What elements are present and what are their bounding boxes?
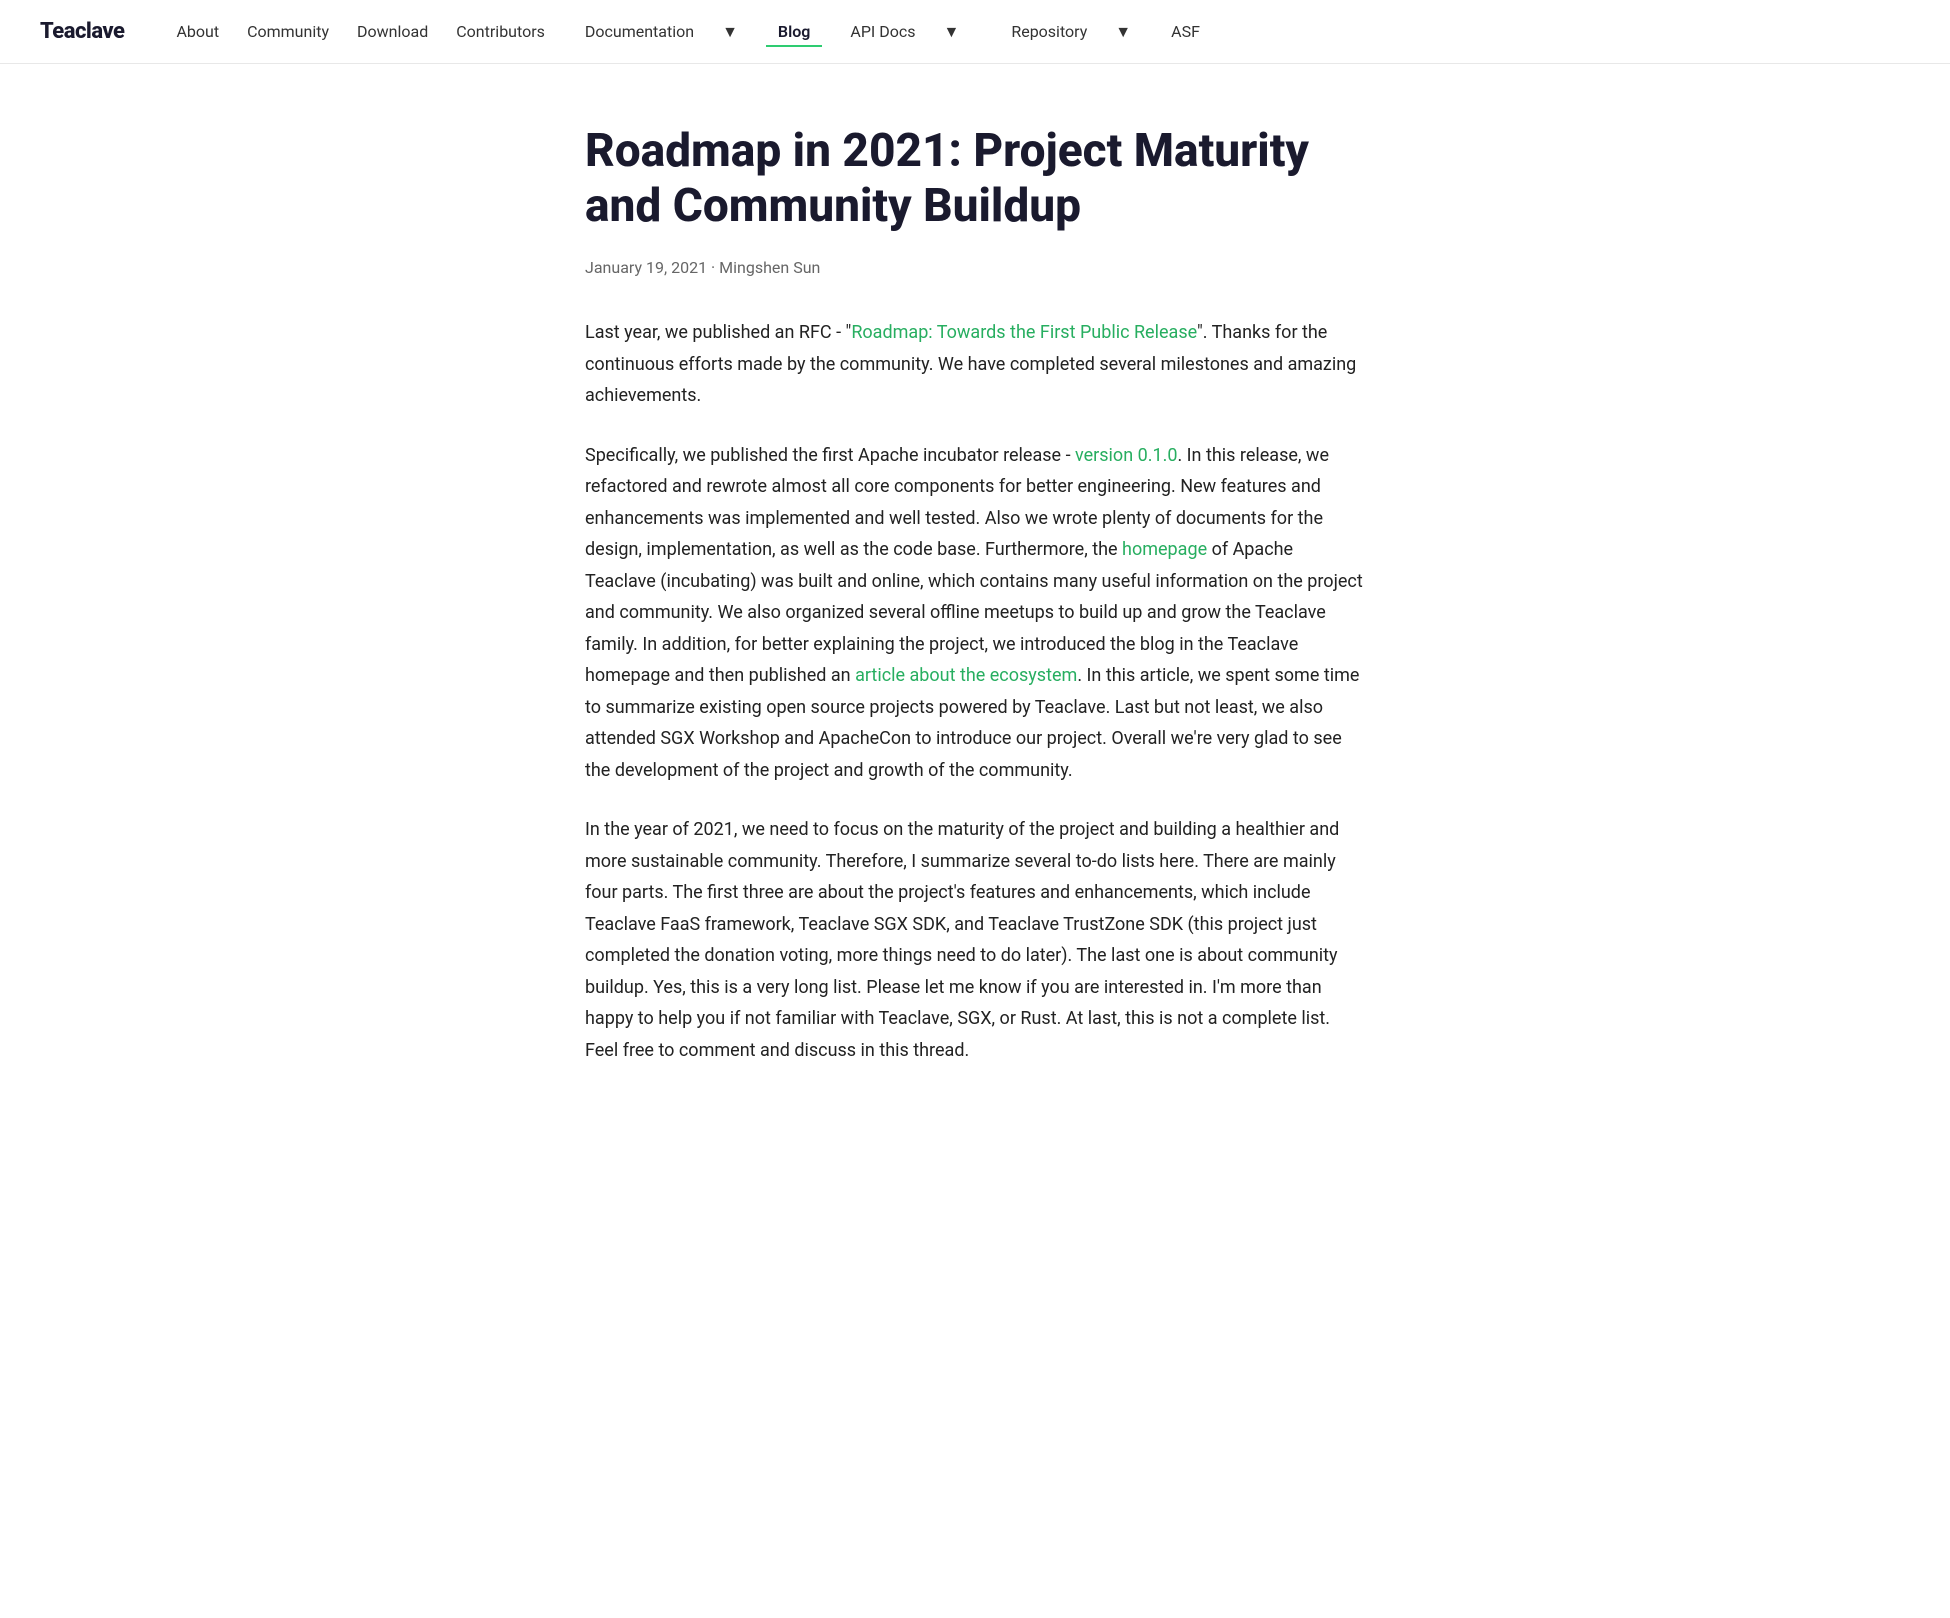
paragraph-2: Specifically, we published the first Apa…: [585, 440, 1365, 787]
p2-link-article[interactable]: article about the ecosystem: [855, 665, 1077, 686]
dropdown-arrow-repository: ▼: [1103, 16, 1143, 48]
nav-item-documentation[interactable]: Documentation ▼: [561, 10, 762, 54]
brand-logo[interactable]: Teaclave: [40, 19, 124, 44]
nav-link-community[interactable]: Community: [235, 16, 341, 47]
dropdown-arrow-api-docs: ▼: [932, 16, 972, 48]
p1-text-before: Last year, we published an RFC - ": [585, 322, 851, 343]
nav-item-repository[interactable]: Repository ▼: [987, 10, 1155, 54]
nav-item-contributors[interactable]: Contributors: [444, 16, 557, 47]
p2-link-homepage[interactable]: homepage: [1122, 539, 1207, 560]
nav-item-community[interactable]: Community: [235, 16, 341, 47]
post-title: Roadmap in 2021: Project Maturity and Co…: [585, 124, 1365, 234]
nav-item-blog[interactable]: Blog: [766, 16, 822, 47]
nav-link-asf[interactable]: ASF: [1159, 16, 1212, 47]
nav-link-about[interactable]: About: [164, 16, 231, 47]
nav-link-api-docs[interactable]: API Docs ▼: [826, 10, 983, 54]
dropdown-arrow-documentation: ▼: [710, 16, 750, 48]
nav-item-asf[interactable]: ASF: [1159, 16, 1212, 47]
nav-link-contributors[interactable]: Contributors: [444, 16, 557, 47]
nav-menu: About Community Download Contributors Do…: [164, 10, 1211, 54]
p2-link-version[interactable]: version 0.1.0: [1075, 445, 1177, 466]
nav-link-documentation[interactable]: Documentation ▼: [561, 10, 762, 54]
p2-text-before: Specifically, we published the first Apa…: [585, 445, 1075, 466]
p3-text: In the year of 2021, we need to focus on…: [585, 819, 1339, 1061]
nav-item-about[interactable]: About: [164, 16, 231, 47]
post-body: Last year, we published an RFC - "Roadma…: [585, 317, 1365, 1066]
paragraph-3: In the year of 2021, we need to focus on…: [585, 814, 1365, 1066]
nav-link-download[interactable]: Download: [345, 16, 440, 47]
main-content: Roadmap in 2021: Project Maturity and Co…: [545, 64, 1405, 1174]
nav-item-api-docs[interactable]: API Docs ▼: [826, 10, 983, 54]
p1-link-roadmap[interactable]: Roadmap: Towards the First Public Releas…: [851, 322, 1197, 343]
nav-item-download[interactable]: Download: [345, 16, 440, 47]
paragraph-1: Last year, we published an RFC - "Roadma…: [585, 317, 1365, 412]
main-nav: Teaclave About Community Download Contri…: [0, 0, 1950, 64]
post-meta: January 19, 2021 · Mingshen Sun: [585, 258, 1365, 277]
nav-link-repository[interactable]: Repository ▼: [987, 10, 1155, 54]
nav-link-blog[interactable]: Blog: [766, 16, 822, 47]
